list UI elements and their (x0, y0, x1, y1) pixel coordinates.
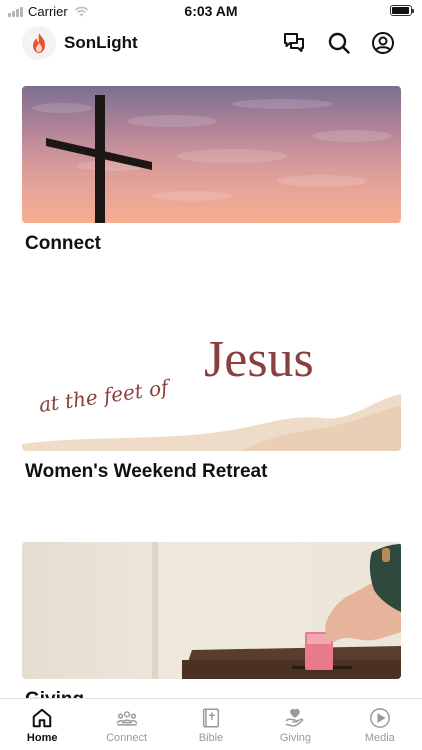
tab-label-media: Media (364, 732, 395, 744)
search-icon[interactable] (327, 31, 351, 55)
tab-label-bible: Bible (198, 732, 224, 744)
tab-giving[interactable]: Giving (253, 699, 337, 750)
feed-card-connect[interactable]: Connect (22, 86, 401, 255)
retreat-script-text: at the feet of (37, 375, 173, 417)
cross-sunset-graphic (22, 86, 401, 223)
giving-card-image[interactable] (22, 542, 401, 679)
bottom-tab-bar: Home Connect Bible Giving Media (0, 698, 422, 750)
giving-hand-icon (285, 708, 304, 727)
tab-connect[interactable]: Connect (84, 699, 168, 750)
giving-photo-graphic (152, 542, 401, 679)
tab-label-connect: Connect (106, 732, 148, 744)
feed-card-retreat[interactable]: at the feet of Jesus Women's Weekend Ret… (22, 314, 401, 483)
flame-icon-graphic (33, 33, 45, 53)
chat-icon[interactable] (282, 31, 306, 55)
tab-label-giving: Giving (279, 732, 312, 744)
group-icon (116, 711, 137, 726)
connect-card-image[interactable] (22, 86, 401, 223)
tab-label-home: Home (26, 732, 58, 744)
profile-icon[interactable] (371, 31, 395, 55)
flame-icon[interactable] (22, 26, 56, 60)
app-title: SonLight (64, 33, 138, 52)
tab-media[interactable]: Media (338, 699, 422, 750)
status-bar: Carrier 6:03 AM (0, 0, 422, 22)
retreat-card-image[interactable]: at the feet of Jesus (22, 314, 401, 451)
feed-card-giving[interactable]: Giving (22, 542, 401, 711)
home-icon (32, 708, 52, 728)
battery-icon (390, 5, 414, 16)
battery-level (392, 7, 410, 14)
play-icon (369, 708, 390, 728)
tab-home[interactable]: Home (0, 699, 84, 750)
card-title: Connect (25, 233, 101, 254)
app-header: SonLight (0, 24, 422, 64)
card-title: Women's Weekend Retreat (25, 461, 268, 482)
bible-icon (202, 708, 220, 728)
retreat-banner-graphic: at the feet of Jesus (22, 331, 401, 451)
status-time: 6:03 AM (184, 3, 238, 19)
tab-bible[interactable]: Bible (169, 699, 253, 750)
retreat-headline-text: Jesus (204, 331, 314, 388)
